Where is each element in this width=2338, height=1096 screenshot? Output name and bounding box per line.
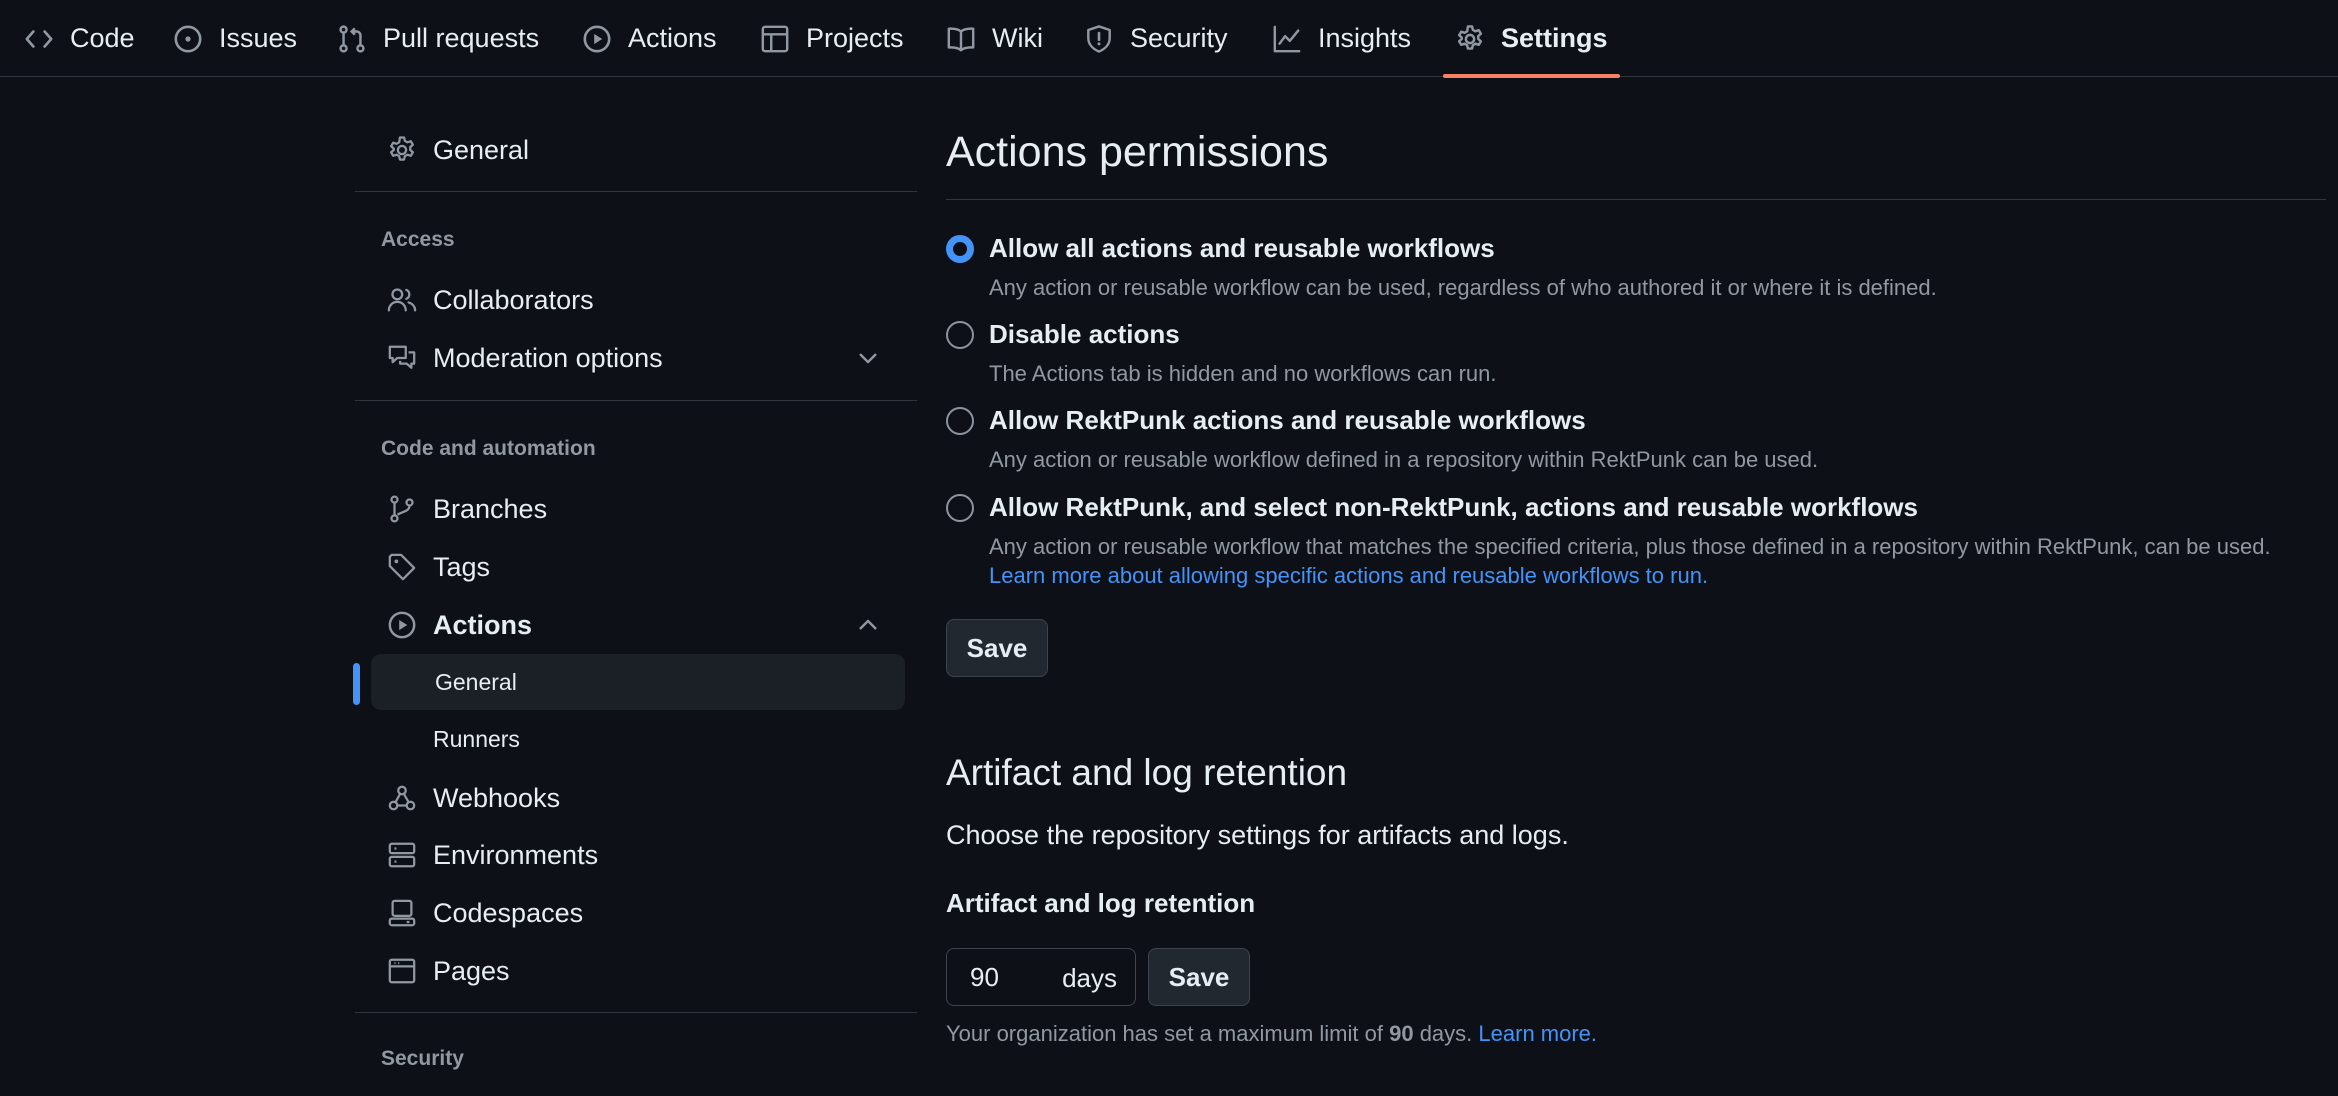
retention-days-field: days — [946, 948, 1136, 1006]
tab-issues[interactable]: Issues — [173, 0, 297, 77]
sidebar-item-environments[interactable]: Environments — [369, 829, 897, 881]
issue-opened-icon — [174, 25, 202, 52]
sidebar-divider — [355, 1012, 917, 1013]
page-title: Actions permissions — [946, 128, 1329, 176]
option-title: Allow all actions and reusable workflows — [989, 233, 1495, 263]
sidebar-item-moderation-options[interactable]: Moderation options — [369, 332, 897, 384]
note-suffix: days. — [1419, 1021, 1473, 1046]
sidebar-item-label: Pages — [433, 955, 510, 986]
code-icon — [25, 29, 53, 48]
gear-icon — [390, 136, 414, 161]
tab-label: Code — [70, 23, 135, 53]
git-branch-icon — [390, 495, 414, 523]
sidebar-item-label: Collaborators — [433, 284, 594, 315]
sidebar-item-actions[interactable]: Actions — [369, 599, 897, 651]
tag-icon — [388, 553, 416, 581]
permission-radio-allow-all[interactable] — [946, 235, 974, 263]
sidebar-active-indicator — [353, 663, 360, 705]
retention-days-input[interactable] — [948, 950, 1044, 1004]
people-icon — [387, 288, 417, 312]
chevron-up-icon[interactable] — [855, 612, 881, 638]
codespaces-icon — [388, 899, 416, 927]
sidebar-subitem-actions-general[interactable]: General — [371, 654, 905, 710]
server-icon — [388, 842, 416, 868]
permission-radio-allow-select[interactable] — [946, 494, 974, 522]
comment-discussion-icon — [388, 345, 416, 369]
option-description: Any action or reusable workflow defined … — [989, 447, 1819, 472]
sidebar-heading-access: Access — [381, 228, 455, 251]
option-description-text: Any action or reusable workflow that mat… — [989, 534, 2271, 559]
permission-radio-disable[interactable] — [946, 321, 974, 349]
permission-radio-allow-org[interactable] — [946, 407, 974, 435]
tab-label: Issues — [219, 23, 298, 53]
tab-code[interactable]: Code — [24, 0, 135, 77]
sidebar-item-label: Codespaces — [433, 897, 584, 928]
browser-icon — [388, 958, 416, 984]
option-description: Any action or reusable workflow that mat… — [989, 532, 2319, 590]
retention-title: Artifact and log retention — [946, 752, 1348, 793]
settings-sidebar: General Access Collaborators Moderation … — [353, 0, 917, 1096]
sidebar-heading-security: Security — [381, 1047, 464, 1070]
sidebar-item-codespaces[interactable]: Codespaces — [369, 887, 897, 939]
retention-field-label: Artifact and log retention — [946, 888, 1256, 918]
sidebar-item-label: Environments — [433, 839, 599, 870]
sidebar-divider — [355, 400, 917, 401]
learn-more-link[interactable]: Learn more about allowing specific actio… — [989, 563, 1708, 588]
webhook-icon — [388, 785, 416, 811]
option-description: The Actions tab is hidden and no workflo… — [989, 361, 1497, 386]
sidebar-item-general[interactable]: General — [369, 124, 897, 176]
sidebar-item-label: Tags — [433, 551, 491, 582]
retention-limit-note: Your organization has set a maximum limi… — [946, 1021, 1597, 1047]
sidebar-heading-code-automation: Code and automation — [381, 437, 596, 460]
retention-days-unit: days — [1062, 963, 1117, 993]
sidebar-item-label: General — [433, 134, 530, 165]
sidebar-item-pages[interactable]: Pages — [369, 945, 897, 997]
sidebar-item-label: Actions — [433, 609, 533, 640]
sidebar-subitem-actions-runners[interactable]: Runners — [369, 711, 897, 767]
note-limit-value: 90 — [1389, 1021, 1414, 1046]
note-prefix: Your organization has set a maximum limi… — [946, 1021, 1383, 1046]
sidebar-item-label: Runners — [433, 725, 520, 752]
option-title: Disable actions — [989, 319, 1180, 349]
sidebar-item-tags[interactable]: Tags — [369, 541, 897, 593]
option-title: Allow RektPunk, and select non-RektPunk,… — [989, 492, 1918, 522]
retention-description: Choose the repository settings for artif… — [946, 820, 1569, 850]
option-title: Allow RektPunk actions and reusable work… — [989, 405, 1586, 435]
learn-more-link[interactable]: Learn more. — [1478, 1021, 1597, 1046]
sidebar-item-label: Webhooks — [433, 782, 561, 813]
option-description: Any action or reusable workflow can be u… — [989, 275, 1937, 300]
save-permissions-button[interactable]: Save — [946, 619, 1048, 677]
sidebar-item-label: General — [435, 668, 517, 695]
settings-main: Actions permissions Allow all actions an… — [946, 0, 2326, 1096]
sidebar-divider — [355, 191, 917, 192]
chevron-down-icon[interactable] — [855, 345, 881, 371]
save-retention-button[interactable]: Save — [1148, 948, 1250, 1006]
sidebar-item-label: Branches — [433, 493, 548, 524]
sidebar-item-branches[interactable]: Branches — [369, 483, 897, 535]
play-icon — [388, 611, 416, 639]
section-divider — [946, 199, 2326, 200]
sidebar-item-label: Moderation options — [433, 342, 663, 373]
sidebar-item-collaborators[interactable]: Collaborators — [369, 274, 897, 326]
sidebar-item-webhooks[interactable]: Webhooks — [369, 772, 897, 824]
